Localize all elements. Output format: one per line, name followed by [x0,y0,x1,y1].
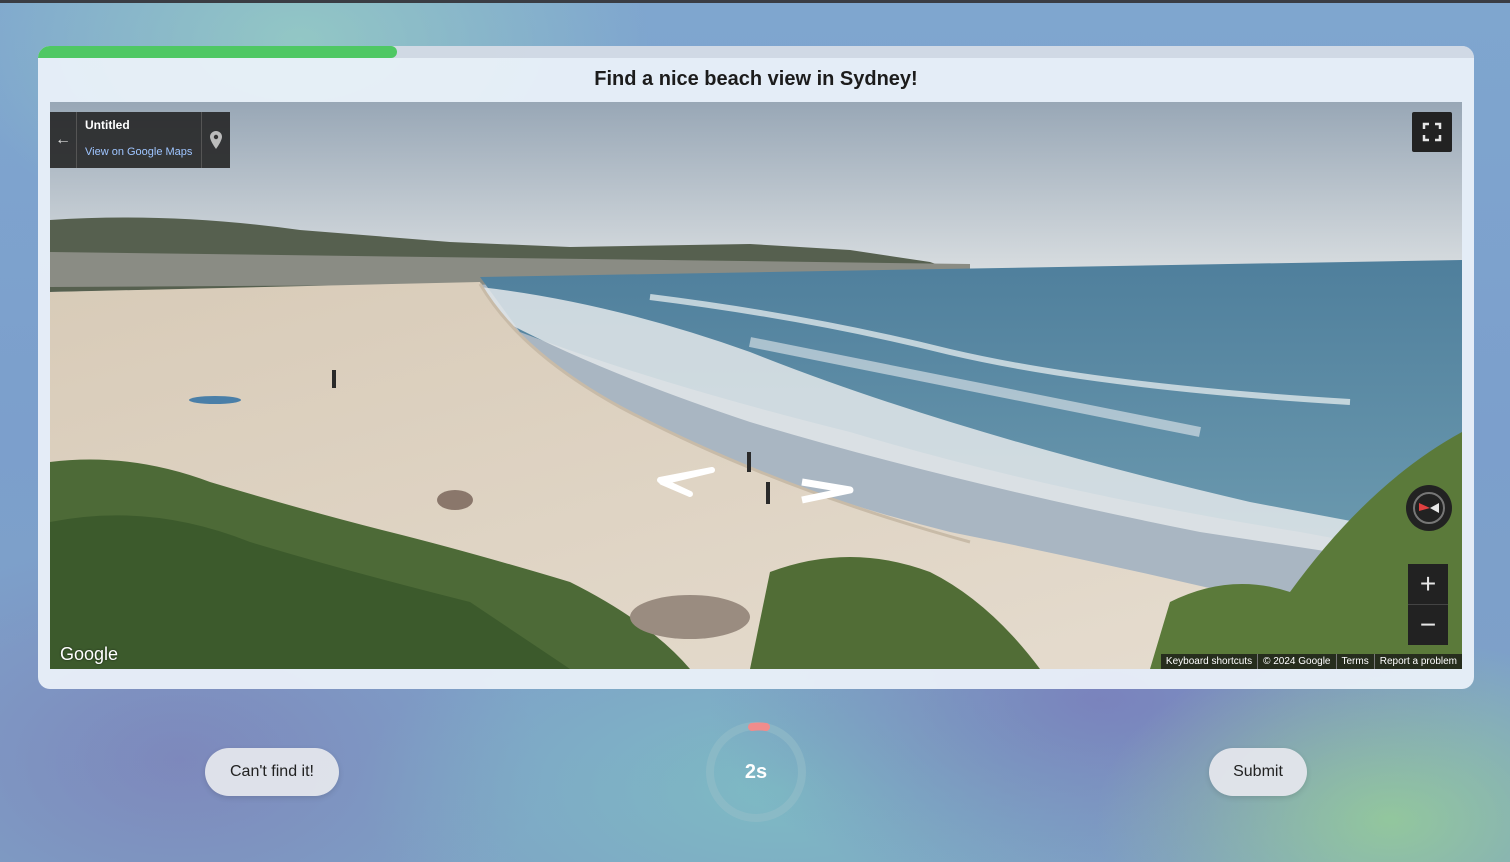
progress-fill [38,46,397,58]
fullscreen-icon[interactable] [1412,112,1452,152]
countdown-timer: 2s [704,720,808,824]
google-logo: Google [60,644,119,664]
attribution-bar: Keyboard shortcuts © 2024 Google Terms R… [1160,654,1462,669]
map-pin-icon[interactable] [201,112,230,168]
progress-bar [38,46,1474,58]
timer-text: 2s [744,760,768,783]
location-title: Untitled [85,118,130,132]
terms-link[interactable]: Terms [1335,654,1374,669]
compass-icon[interactable] [1406,485,1452,531]
zoom-out-button[interactable]: − [1408,605,1448,645]
zoom-in-button[interactable]: + [1408,564,1448,605]
report-problem-link[interactable]: Report a problem [1373,654,1462,669]
copyright-text: © 2024 Google [1257,654,1335,669]
window-top-edge [0,0,1510,3]
cant-find-button[interactable]: Can't find it! [205,748,339,796]
view-on-maps-link[interactable]: View on Google Maps [85,146,193,158]
task-prompt: Find a nice beach view in Sydney! [594,68,918,90]
back-arrow-icon[interactable]: ← [50,112,77,168]
info-text: Untitled View on Google Maps [77,112,201,168]
keyboard-shortcuts-link[interactable]: Keyboard shortcuts [1161,654,1257,669]
game-card: Find a nice beach view in Sydney! ← Unti… [38,46,1474,689]
submit-button[interactable]: Submit [1209,748,1307,796]
location-info-box: ← Untitled View on Google Maps [50,112,230,168]
beach-panorama-image[interactable] [50,102,1462,669]
street-view-panorama[interactable]: ← Untitled View on Google Maps + − Googl… [50,102,1462,669]
